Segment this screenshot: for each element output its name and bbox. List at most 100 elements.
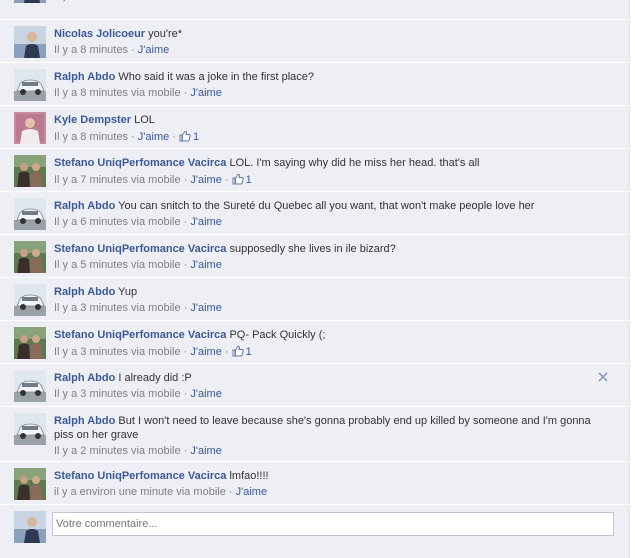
comment-meta: Il y a 2 minutes via mobile · J'aime (54, 445, 612, 458)
profile-photo-icon (14, 155, 46, 187)
profile-photo-icon (14, 327, 46, 359)
comment-thread: Il y a 9 minutes · J'aimeNicolas Jolicoe… (0, 0, 630, 558)
comment-author-link[interactable]: Stefano UniqPerfomance Vacirca (54, 243, 226, 255)
close-icon[interactable] (597, 371, 609, 383)
comment-item: Kyle Dempster LOL Il y a 8 minutes · J'ai… (0, 106, 630, 149)
like-count[interactable]: 1 (232, 173, 252, 186)
like-link[interactable]: J'aime (190, 346, 221, 358)
comment-body: Il y a 9 minutes · J'aime (54, 0, 612, 3)
profile-photo-icon (14, 26, 46, 58)
comment-via: via mobile (131, 87, 181, 99)
comment-meta: Il y a 3 minutes via mobile · J'aime (54, 302, 612, 315)
comment-author-link[interactable]: Stefano UniqPerfomance Vacirca (54, 470, 226, 482)
comment-meta: Il y a 3 minutes via mobile · J'aime (54, 388, 612, 401)
comment-body: Ralph Abdo Yup Il y a 3 minutes via mobil… (54, 285, 612, 315)
meta-separator: · (183, 87, 188, 99)
like-link[interactable]: J'aime (190, 388, 221, 400)
comment-body: Nicolas Jolicoeur you're* Il y a 8 minute… (54, 27, 612, 57)
comment-message: you're* (148, 28, 183, 40)
comment-timestamp: il y a environ une minute (54, 486, 174, 498)
comment-message: LOL. I'm saying why did he miss her head… (229, 157, 480, 169)
comment-body: Kyle Dempster LOL Il y a 8 minutes · J'ai… (54, 113, 612, 144)
commenter-avatar[interactable] (14, 327, 46, 359)
comment-text-line: Ralph Abdo But I won't need to leave bec… (54, 414, 612, 442)
like-link[interactable]: J'aime (236, 486, 267, 498)
like-link[interactable]: J'aime (138, 44, 169, 56)
comment-text-line: Ralph Abdo Yup (54, 285, 612, 299)
meta-separator: · (172, 131, 176, 143)
comment-text-line: Ralph Abdo You can snitch to the Sureté … (54, 199, 612, 213)
like-count[interactable]: 1 (232, 345, 252, 358)
like-link[interactable]: J'aime (190, 259, 221, 271)
comment-author-link[interactable]: Ralph Abdo (54, 286, 115, 298)
like-link[interactable]: J'aime (190, 174, 221, 186)
comment-author-link[interactable]: Kyle Dempster (54, 114, 131, 126)
comment-item: Stefano UniqPerfomance Vacirca LOL. I'm … (0, 149, 630, 192)
comment-author-link[interactable]: Ralph Abdo (54, 200, 115, 212)
profile-photo-icon (14, 370, 46, 402)
profile-photo-icon (14, 0, 46, 3)
comment-meta: Il y a 3 minutes via mobile · J'aime · 1 (54, 345, 612, 359)
comment-text-line: Stefano UniqPerfomance Vacirca LOL. I'm … (54, 156, 612, 170)
comment-author-link[interactable]: Stefano UniqPerfomance Vacirca (54, 329, 226, 341)
comment-message: You can snitch to the Sureté du Quebec a… (118, 200, 535, 212)
comment-text-line: Nicolas Jolicoeur you're* (54, 27, 612, 41)
commenter-avatar[interactable] (14, 69, 46, 101)
commenter-avatar[interactable] (14, 241, 46, 273)
profile-photo-icon (14, 511, 46, 543)
commenter-avatar[interactable] (14, 26, 46, 58)
like-link[interactable]: J'aime (190, 302, 221, 314)
like-link[interactable]: J'aime (190, 87, 221, 99)
profile-photo-icon (14, 69, 46, 101)
comment-meta: Il y a 7 minutes via mobile · J'aime · 1 (54, 173, 612, 187)
commenter-avatar[interactable] (14, 155, 46, 187)
commenter-avatar[interactable] (14, 284, 46, 316)
meta-separator: · (224, 174, 229, 186)
comment-timestamp: Il y a 2 minutes (54, 445, 128, 457)
comment-author-link[interactable]: Ralph Abdo (54, 372, 115, 384)
commenter-avatar[interactable] (14, 198, 46, 230)
meta-separator: · (183, 302, 188, 314)
comment-via: via mobile (176, 486, 226, 498)
like-link[interactable]: J'aime (138, 0, 169, 2)
like-link[interactable]: J'aime (190, 445, 221, 457)
profile-photo-icon (14, 198, 46, 230)
commenter-avatar[interactable] (14, 112, 46, 144)
composer-avatar[interactable] (14, 511, 46, 543)
comment-via: via mobile (131, 445, 181, 457)
meta-separator: · (183, 259, 188, 271)
comment-body: Ralph Abdo You can snitch to the Sureté … (54, 199, 612, 229)
comment-meta: il y a environ une minute via mobile · J… (54, 486, 612, 499)
comment-body: Ralph Abdo But I won't need to leave bec… (54, 414, 612, 458)
comment-meta: Il y a 6 minutes via mobile · J'aime (54, 216, 612, 229)
comment-timestamp: Il y a 9 minutes (54, 0, 128, 2)
like-link[interactable]: J'aime (190, 216, 221, 228)
commenter-avatar[interactable] (14, 468, 46, 500)
meta-separator: · (183, 174, 188, 186)
comment-body: Stefano UniqPerfomance Vacirca supposedl… (54, 242, 612, 272)
like-link[interactable]: J'aime (138, 131, 169, 143)
comment-text-line: Stefano UniqPerfomance Vacirca supposedl… (54, 242, 612, 256)
comment-author-link[interactable]: Ralph Abdo (54, 71, 115, 83)
comment-input[interactable] (52, 512, 614, 536)
comment-item: Il y a 9 minutes · J'aime (0, 0, 630, 20)
like-count-value: 1 (245, 174, 252, 186)
comment-meta: Il y a 8 minutes · J'aime (54, 44, 612, 57)
profile-photo-icon (14, 284, 46, 316)
comment-body: Stefano UniqPerfomance Vacirca PQ- Pack … (54, 328, 612, 359)
comment-author-link[interactable]: Nicolas Jolicoeur (54, 28, 145, 40)
commenter-avatar[interactable] (14, 370, 46, 402)
commenter-avatar[interactable] (14, 0, 46, 3)
comment-body: Stefano UniqPerfomance Vacirca LOL. I'm … (54, 156, 612, 187)
like-count[interactable]: 1 (179, 130, 199, 143)
like-count-value: 1 (245, 346, 252, 358)
comment-item: Ralph Abdo But I won't need to leave bec… (0, 407, 630, 462)
comment-text-line: Ralph Abdo Who said it was a joke in the… (54, 70, 612, 84)
comment-timestamp: Il y a 3 minutes (54, 302, 128, 314)
comment-body: Ralph Abdo I already did :P Il y a 3 minu… (54, 371, 612, 401)
comment-meta: Il y a 5 minutes via mobile · J'aime (54, 259, 612, 272)
commenter-avatar[interactable] (14, 413, 46, 445)
meta-separator: · (228, 486, 233, 498)
comment-author-link[interactable]: Ralph Abdo (54, 415, 115, 427)
comment-author-link[interactable]: Stefano UniqPerfomance Vacirca (54, 157, 226, 169)
